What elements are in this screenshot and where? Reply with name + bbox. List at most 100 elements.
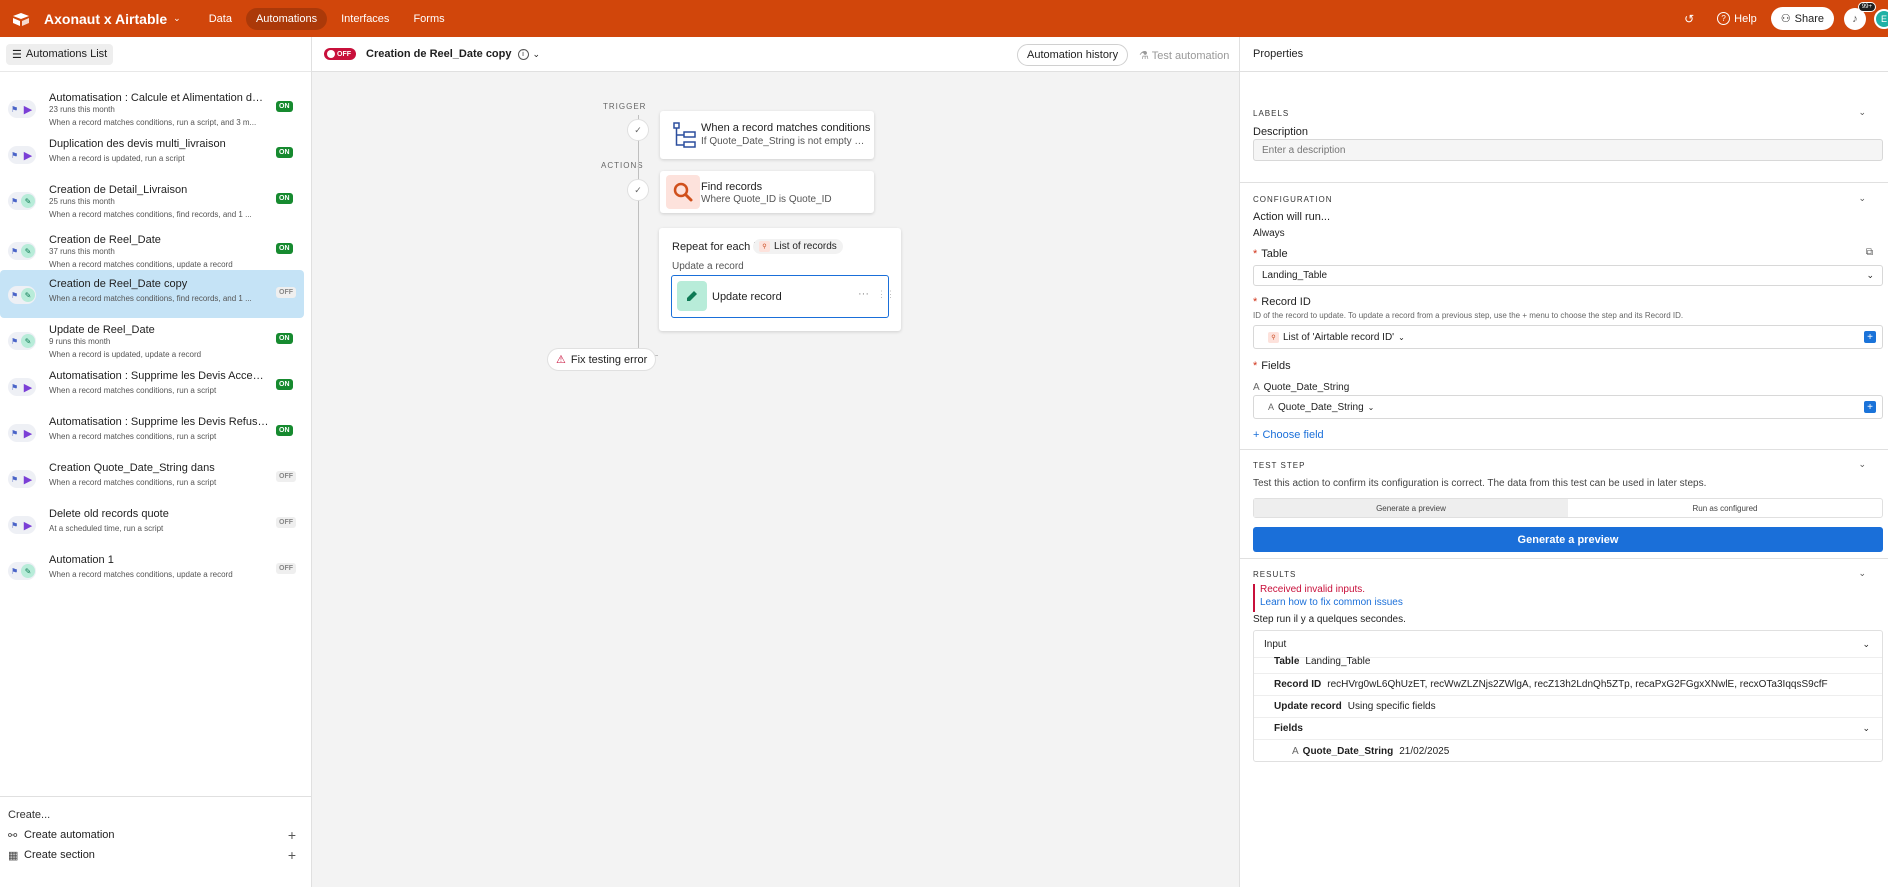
result-row-quote-date-string: A Quote_Date_String 21/02/2025	[1292, 745, 1450, 757]
test-mode-segmented-control: Generate a preview Run as configured	[1253, 498, 1883, 518]
drag-handle-icon[interactable]: ⋮⋮	[877, 289, 895, 300]
status-badge[interactable]: ON	[276, 101, 293, 112]
status-badge[interactable]: OFF	[276, 517, 296, 528]
generate-preview-button[interactable]: Generate a preview	[1253, 527, 1883, 552]
automation-name[interactable]: Creation de Reel_Date copy	[366, 48, 512, 60]
automation-title: Automatisation : Supprime les Devis Refu…	[49, 416, 269, 428]
fix-testing-error-button[interactable]: ⚠ Fix testing error	[547, 348, 657, 371]
segment-run-as-configured[interactable]: Run as configured	[1568, 499, 1882, 517]
chevron-down-icon: ⌄	[1398, 332, 1405, 342]
automation-runs: 23 runs this month	[49, 105, 115, 114]
plus-icon[interactable]: +	[288, 847, 296, 863]
field-value-token[interactable]: A Quote_Date_String ⌄	[1262, 400, 1380, 415]
nav-automations[interactable]: Automations	[245, 7, 328, 30]
automation-list-item[interactable]: ⚑ ▶ Delete old records quote At a scheduled…	[0, 500, 304, 548]
status-badge[interactable]: ON	[276, 243, 293, 254]
share-button[interactable]: ⚇ Share	[1770, 7, 1834, 30]
automation-list-item[interactable]: ⚑ ▶ Automatisation : Supprime les Devis Ac…	[0, 362, 304, 410]
fix-issues-link[interactable]: Learn how to fix common issues	[1260, 597, 1403, 608]
pencil-icon	[677, 281, 707, 311]
insert-plus-icon[interactable]: +	[1864, 331, 1876, 343]
base-name[interactable]: Axonaut x Airtable	[44, 11, 167, 27]
chevron-down-icon[interactable]: ⌄	[1858, 107, 1866, 118]
notification-count: 99+	[1857, 1, 1876, 12]
automation-trigger-icon: ⚑ ▶	[8, 470, 36, 488]
plus-icon[interactable]: +	[288, 827, 296, 843]
status-badge[interactable]: ON	[276, 425, 293, 436]
text-field-icon: A	[1253, 382, 1260, 393]
chevron-down-icon[interactable]: ⌄	[1858, 193, 1866, 204]
create-automation-button[interactable]: ⚯ Create automation +	[8, 825, 296, 845]
insert-plus-icon[interactable]: +	[1864, 401, 1876, 413]
list-of-records-pill[interactable]: ⚲ List of records	[753, 239, 843, 254]
result-row-record-id: Record ID recHVrg0wL6QhUzET, recWwZLZNjs2…	[1254, 674, 1882, 696]
trigger-card[interactable]: When a record matches conditions If Quot…	[660, 111, 874, 159]
automation-list-item[interactable]: ⚑ ▶ Automatisation : Calcule et Alimentati…	[0, 84, 304, 132]
chevron-down-icon[interactable]: ⌄	[1858, 568, 1866, 579]
table-select[interactable]: Landing_Table ⌄	[1253, 265, 1883, 286]
repeat-card[interactable]: Repeat for each in ⚲ List of records Upd…	[659, 228, 901, 331]
automations-list-button[interactable]: ☰ Automations List	[6, 43, 114, 65]
automation-list-item[interactable]: ⚑ ✎ Creation de Detail_Livraison 25 runs th…	[0, 176, 304, 224]
automation-description: When a record matches conditions, update…	[49, 260, 233, 269]
automation-description: When a record matches conditions, find r…	[49, 210, 252, 219]
help-button[interactable]: ? Help	[1717, 12, 1757, 25]
choose-field-button[interactable]: + Choose field	[1253, 429, 1324, 441]
pencil-icon: ✎	[21, 194, 35, 208]
field-value-input[interactable]: A Quote_Date_String ⌄ +	[1253, 395, 1883, 419]
history-icon[interactable]: ↺	[1681, 12, 1697, 26]
airtable-logo-icon[interactable]	[10, 11, 32, 27]
step-run-time: Step run il y a quelques secondes.	[1253, 614, 1406, 625]
run-condition-value[interactable]: Always	[1253, 228, 1285, 239]
chevron-down-icon[interactable]: ⌄	[173, 13, 181, 24]
pencil-icon: ✎	[21, 288, 35, 302]
nav-data[interactable]: Data	[199, 8, 242, 30]
top-bar: Axonaut x Airtable ⌄ Data Automations In…	[0, 0, 1888, 37]
expand-icon[interactable]: ⧉	[1866, 247, 1873, 258]
create-section-button[interactable]: ▦ Create section +	[8, 845, 296, 865]
automation-canvas: OFF Creation de Reel_Date copy i ⌄ Autom…	[312, 37, 1239, 887]
record-id-label: * Record ID	[1253, 296, 1311, 308]
avatar[interactable]: E	[1874, 8, 1888, 29]
status-badge[interactable]: OFF	[276, 287, 296, 298]
status-badge[interactable]: OFF	[276, 563, 296, 574]
trigger-icon: ⚑	[11, 474, 19, 484]
status-badge[interactable]: ON	[276, 379, 293, 390]
description-input[interactable]	[1253, 139, 1883, 161]
chevron-down-icon[interactable]: ⌄	[1858, 459, 1866, 470]
automation-toggle[interactable]: OFF	[324, 48, 356, 60]
test-automation-button[interactable]: ⚗ Test automation	[1130, 45, 1238, 66]
description-label: Description	[1253, 126, 1309, 138]
more-icon[interactable]: ···	[858, 288, 869, 300]
segment-generate-preview[interactable]: Generate a preview	[1254, 499, 1568, 517]
automation-list-item[interactable]: ⚑ ▶ Automatisation : Supprime les Devis Re…	[0, 408, 304, 456]
status-badge[interactable]: ON	[276, 193, 293, 204]
play-icon: ▶	[23, 519, 33, 532]
automation-list-item[interactable]: ⚑ ▶ Duplication des devis multi_livraison W…	[0, 130, 304, 178]
automation-history-button[interactable]: Automation history	[1017, 44, 1129, 66]
list-of-records-label: List of records	[774, 241, 837, 252]
update-record-card[interactable]: Update record ··· ⋮⋮	[671, 275, 895, 318]
status-badge[interactable]: ON	[276, 333, 293, 344]
automation-list-item[interactable]: ⚑ ▶ Creation Quote_Date_String dans When a …	[0, 454, 304, 502]
nav-forms[interactable]: Forms	[403, 8, 454, 30]
result-row-fields[interactable]: Fields ⌄	[1254, 718, 1882, 740]
record-id-field[interactable]: ⚲ List of 'Airtable record ID' ⌄ +	[1253, 325, 1883, 349]
nav-interfaces[interactable]: Interfaces	[331, 8, 399, 30]
automation-list-item[interactable]: ⚑ ✎ Creation de Reel_Date copy When a recor…	[0, 270, 304, 318]
notifications-button[interactable]: ♪ 99+	[1844, 1, 1876, 30]
info-icon[interactable]: i	[517, 48, 529, 60]
record-id-token[interactable]: ⚲ List of 'Airtable record ID' ⌄	[1262, 330, 1411, 345]
help-icon: ?	[1717, 12, 1731, 25]
automation-list-item[interactable]: ⚑ ✎ Creation de Reel_Date 37 runs this mont…	[0, 226, 304, 274]
test-automation-label: Test automation	[1151, 50, 1230, 62]
automation-list-item[interactable]: ⚑ ✎ Update de Reel_Date 9 runs this month Wh…	[0, 316, 304, 364]
pencil-icon: ✎	[21, 564, 35, 578]
automation-description: When a record is updated, run a script	[49, 154, 185, 163]
status-badge[interactable]: OFF	[276, 471, 296, 482]
automation-list-item[interactable]: ⚑ ✎ Automation 1 When a record matches cond…	[0, 546, 304, 594]
find-records-card[interactable]: Find records Where Quote_ID is Quote_ID	[660, 171, 874, 213]
automation-trigger-icon: ⚑ ✎	[8, 286, 36, 304]
chevron-down-icon[interactable]: ⌄	[533, 49, 541, 60]
status-badge[interactable]: ON	[276, 147, 293, 158]
